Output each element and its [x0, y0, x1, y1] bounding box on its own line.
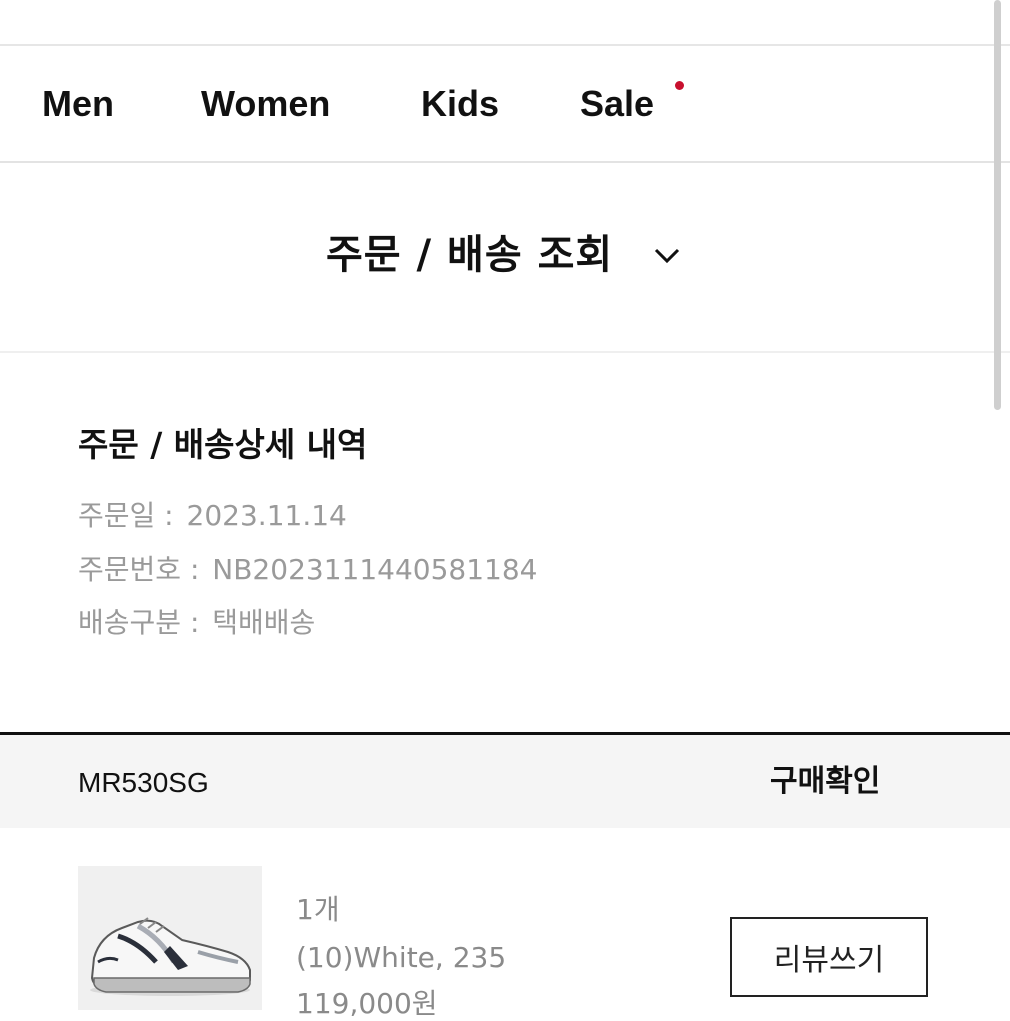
- order-date-value: 2023.11.14: [186, 499, 347, 532]
- product-price: 119,000원: [296, 987, 438, 1020]
- product-quantity: 1개: [296, 893, 340, 926]
- sneaker-image: [90, 917, 251, 996]
- shipping-type-line: 배송구분 : 택배배송: [78, 605, 315, 641]
- order-number-label: 주문번호 :: [78, 553, 200, 586]
- scrollbar[interactable]: [994, 0, 1001, 410]
- nav-item-sale[interactable]: Sale: [580, 84, 654, 124]
- page-title[interactable]: 주문 / 배송 조회: [326, 231, 613, 279]
- order-date-line: 주문일 : 2023.11.14: [78, 498, 347, 534]
- order-number-value: NB2023111440581184: [212, 553, 538, 586]
- top-bar: [0, 0, 1010, 46]
- shipping-type-label: 배송구분 :: [78, 606, 200, 639]
- order-item-header: MR530SG 구매확인: [0, 735, 1010, 828]
- chevron-down-icon[interactable]: [652, 241, 682, 271]
- product-image[interactable]: [78, 866, 262, 1010]
- nav-item-women[interactable]: Women: [201, 84, 330, 124]
- product-model: MR530SG: [78, 767, 209, 798]
- order-status: 구매확인: [770, 764, 881, 799]
- nav-item-men[interactable]: Men: [42, 84, 114, 124]
- nav-item-kids[interactable]: Kids: [421, 84, 499, 124]
- page-heading[interactable]: 주문 / 배송 조회: [0, 163, 1010, 353]
- order-date-label: 주문일 :: [78, 499, 174, 532]
- order-number-line: 주문번호 : NB2023111440581184: [78, 552, 537, 588]
- write-review-button[interactable]: 리뷰쓰기: [730, 917, 928, 997]
- sale-notification-dot: [675, 81, 684, 90]
- order-detail-title: 주문 / 배송상세 내역: [78, 425, 368, 464]
- product-option: (10)White, 235: [296, 941, 507, 974]
- shipping-type-value: 택배배송: [212, 606, 316, 639]
- category-nav: Men Women Kids Sale: [0, 46, 1010, 163]
